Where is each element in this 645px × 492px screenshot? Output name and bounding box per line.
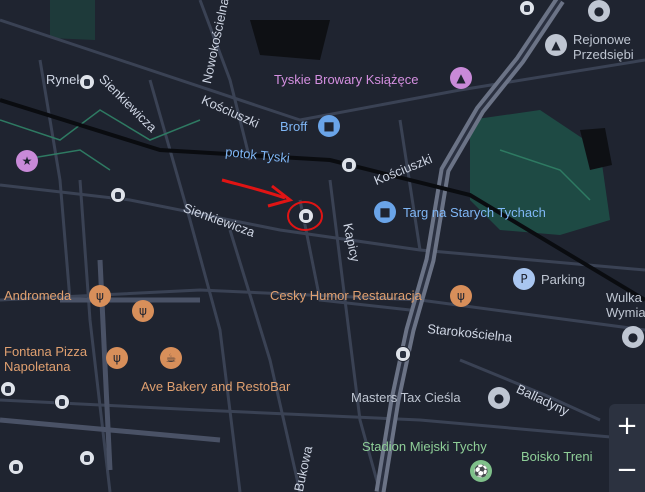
bus-stop-icon-7[interactable] — [8, 459, 24, 475]
poi-label-fontana-2[interactable]: Napoletana — [4, 360, 71, 374]
poi-label-broff[interactable]: Broff — [280, 120, 307, 134]
cafe-icon[interactable]: ☕ — [160, 347, 182, 369]
bus-stop-icon-5[interactable] — [54, 394, 70, 410]
poi-label-tyskie-browary[interactable]: Tyskie Browary Książęce — [274, 73, 419, 87]
zoom-controls: + − — [609, 404, 645, 492]
poi-label-targ[interactable]: Targ na Starych Tychach — [403, 206, 546, 220]
restaurant-icon-4[interactable]: ψ — [106, 347, 128, 369]
bus-stop-icon-highlighted[interactable] — [298, 208, 314, 224]
government-icon[interactable]: ▲ — [545, 34, 567, 56]
poi-label-ave-bakery[interactable]: Ave Bakery and RestoBar — [141, 380, 290, 394]
bus-stop-icon-4[interactable] — [395, 346, 411, 362]
bus-stop-icon-6[interactable] — [79, 450, 95, 466]
bus-stop-icon-9[interactable] — [519, 0, 535, 16]
street-label-rynek: Rynek — [46, 72, 83, 87]
map-canvas[interactable]: Rynek Sienkiewicza Nowokościelna Kościus… — [0, 0, 645, 492]
poi-label-masters-tax[interactable]: Masters Tax Cieśla — [351, 391, 461, 405]
place-icon-3[interactable]: ● — [488, 387, 510, 409]
zoom-in-button[interactable]: + — [609, 404, 645, 448]
poi-label-stadion[interactable]: Stadion Miejski Tychy — [362, 440, 487, 454]
theater-icon[interactable]: ★ — [16, 150, 38, 172]
poi-label-wulka-1[interactable]: Wulka — [606, 291, 642, 305]
place-icon-2[interactable]: ● — [622, 326, 644, 348]
bus-stop-icon-8[interactable] — [0, 381, 16, 397]
poi-label-fontana-1[interactable]: Fontana Pizza — [4, 345, 87, 359]
poi-label-parking[interactable]: Parking — [541, 273, 585, 287]
zoom-out-button[interactable]: − — [609, 448, 645, 492]
dark-building — [250, 20, 330, 60]
poi-label-rejonowe-2[interactable]: Przedsiębi — [573, 48, 634, 62]
poi-label-andromeda[interactable]: Andromeda — [4, 289, 71, 303]
shopping-cart-icon[interactable]: ■ — [374, 201, 396, 223]
poi-label-cesky-humor[interactable]: Cesky Humor Restauracja — [270, 289, 422, 303]
poi-label-wulka-2[interactable]: Wymia — [606, 306, 645, 320]
place-icon[interactable]: ● — [588, 0, 610, 22]
bus-stop-icon-2[interactable] — [110, 187, 126, 203]
restaurant-icon[interactable]: ψ — [89, 285, 111, 307]
sports-icon[interactable]: ⚽ — [470, 460, 492, 482]
poi-label-rejonowe-1[interactable]: Rejonowe — [573, 33, 631, 47]
bus-stop-icon-3[interactable] — [341, 157, 357, 173]
restaurant-icon-3[interactable]: ψ — [450, 285, 472, 307]
park-area-2 — [50, 0, 95, 40]
museum-icon[interactable]: ▲ — [450, 67, 472, 89]
bus-stop-icon[interactable] — [79, 74, 95, 90]
shopping-bag-icon[interactable]: ■ — [318, 115, 340, 137]
poi-label-boisko[interactable]: Boisko Treni — [521, 450, 593, 464]
restaurant-icon-2[interactable]: ψ — [132, 300, 154, 322]
parking-icon[interactable]: P — [513, 268, 535, 290]
